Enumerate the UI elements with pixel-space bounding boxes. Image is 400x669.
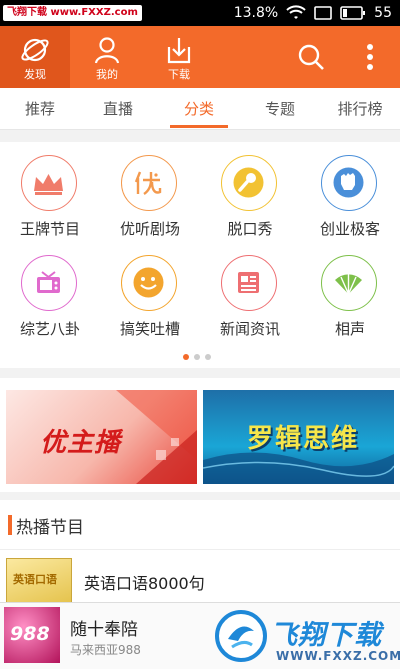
player-artwork-text: 988 [10, 623, 50, 645]
category-item[interactable]: 搞笑吐槽 [100, 242, 200, 342]
player-artwork: 988 [4, 607, 60, 663]
page-dot[interactable] [205, 354, 211, 360]
banner-text: 优主播 [40, 428, 122, 458]
category-item[interactable]: 王牌节目 [0, 142, 100, 242]
brand-watermark: 飞翔下载 WWW.FXXZ.COM [214, 605, 400, 667]
nav-discover-label: 发现 [24, 68, 46, 81]
nav-download-label: 下载 [168, 68, 190, 81]
category-label: 新闻资讯 [219, 320, 280, 338]
category-circle [321, 155, 377, 211]
category-circle [21, 255, 77, 311]
category-label: 综艺八卦 [19, 320, 80, 338]
crown-icon [34, 174, 63, 195]
top-bar: 发现 我的 下载 [0, 26, 400, 88]
nav-discover[interactable]: 发现 [0, 26, 70, 88]
category-circle [121, 255, 177, 311]
program-thumbnail: 英语口语 [6, 558, 72, 604]
brand-logo-icon [215, 610, 267, 662]
category-circle [121, 155, 177, 211]
category-circle [321, 255, 377, 311]
section-header: 热播节目 [0, 500, 400, 550]
category-circle [221, 255, 277, 311]
user-icon [94, 37, 120, 64]
newspaper-icon [238, 272, 259, 293]
category-label: 脱口秀 [227, 220, 273, 238]
battery-percent: 13.8% [233, 5, 279, 21]
fan-icon [335, 274, 362, 295]
section-accent-bar [8, 515, 12, 535]
active-tab-indicator [170, 125, 228, 128]
microphone-icon [233, 167, 264, 198]
banner-row: 优主播 罗辑思维 [0, 378, 400, 492]
section-title: 热播节目 [16, 518, 84, 538]
category-grid: 王牌节目 优听剧场 脱口秀 创业极客 综艺八卦 搞笑吐槽 新闻资讯 相声 [0, 142, 400, 368]
category-item[interactable]: 优听剧场 [100, 142, 200, 242]
tab-category[interactable]: 分类 [159, 88, 239, 130]
status-bar: 飞翔下载 www.FXXZ.com 13.8% 55 [0, 0, 400, 26]
planet-icon [21, 38, 49, 62]
signal-number: 55 [374, 5, 392, 21]
nav-mine-label: 我的 [96, 68, 118, 81]
category-circle [21, 155, 77, 211]
brand-text: 飞翔下载 [270, 620, 382, 651]
program-name: 英语口语8000句 [84, 574, 205, 593]
tab-bar: 推荐 直播 分类 专题 排行榜 [0, 88, 400, 130]
category-label: 搞笑吐槽 [119, 320, 180, 338]
category-label: 王牌节目 [19, 220, 80, 238]
more-vertical-icon[interactable] [358, 42, 382, 72]
category-label: 相声 [334, 320, 365, 338]
category-item[interactable]: 创业极客 [300, 142, 400, 242]
tab-ranking[interactable]: 排行榜 [320, 88, 400, 130]
program-thumbnail-text: 英语口语 [13, 573, 57, 586]
page-indicator [183, 354, 219, 362]
sim-icon [314, 6, 332, 20]
banner-luojisiwei[interactable]: 罗辑思维 [203, 390, 394, 484]
page-dot[interactable] [183, 354, 189, 360]
tv-icon [37, 271, 60, 293]
download-icon [167, 38, 191, 64]
tab-live[interactable]: 直播 [78, 88, 158, 130]
search-icon[interactable] [296, 42, 326, 72]
banner-youzhubo[interactable]: 优主播 [6, 390, 197, 484]
player-title: 随十奉陪 [70, 620, 138, 640]
smile-icon [133, 267, 164, 298]
banner-text: 罗辑思维 [247, 424, 360, 454]
tab-topics[interactable]: 专题 [240, 88, 320, 130]
watermark: 飞翔下载 www.FXXZ.com [3, 5, 142, 21]
battery-icon [340, 6, 366, 20]
status-icons: 13.8% 55 [234, 3, 392, 23]
fist-icon [333, 167, 364, 198]
category-item[interactable]: 综艺八卦 [0, 242, 100, 342]
mini-player[interactable]: 988 随十奉陪 马来西亚988 飞翔下载 WWW.FXXZ.COM [0, 602, 400, 669]
category-circle [221, 155, 277, 211]
nav-download[interactable]: 下载 [144, 26, 214, 88]
player-subtitle: 马来西亚988 [70, 643, 141, 657]
you-char-icon [134, 171, 162, 195]
category-item[interactable]: 相声 [300, 242, 400, 342]
category-label: 创业极客 [319, 220, 380, 238]
category-item[interactable]: 新闻资讯 [200, 242, 300, 342]
app-root: { "statusbar": { "watermark": "飞翔下载 www.… [0, 0, 400, 669]
category-label: 优听剧场 [119, 220, 180, 238]
page-dot[interactable] [194, 354, 200, 360]
brand-url: WWW.FXXZ.COM [276, 649, 400, 663]
program-list-item[interactable]: 英语口语 英语口语8000句 [0, 556, 400, 606]
category-item[interactable]: 脱口秀 [200, 142, 300, 242]
wifi-icon [286, 5, 306, 19]
nav-mine[interactable]: 我的 [72, 26, 142, 88]
tab-recommend[interactable]: 推荐 [0, 88, 80, 130]
